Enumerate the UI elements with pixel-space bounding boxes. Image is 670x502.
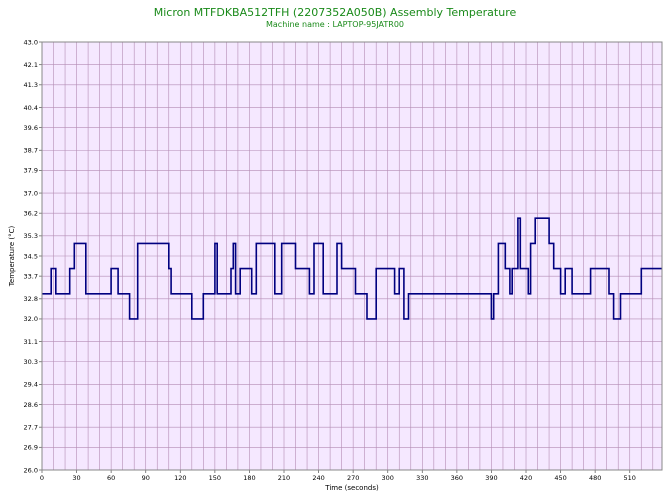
y-tick-label: 39.6 <box>24 124 38 132</box>
y-axis-ticks: 26.0 26.9 27.7 28.6 29.4 30.3 31.1 32.0 32.8 33.7… <box>24 38 42 474</box>
x-tick-label: 240 <box>312 474 324 482</box>
y-tick-label: 33.7 <box>24 272 38 280</box>
x-tick-label: 90 <box>142 474 150 482</box>
y-tick-label: 36.2 <box>24 210 38 218</box>
x-tick-label: 210 <box>278 474 290 482</box>
y-tick-label: 30.3 <box>24 358 38 366</box>
y-tick-label: 26.9 <box>24 444 38 452</box>
y-tick-label: 35.3 <box>24 232 38 240</box>
temperature-chart: 0 30 60 90 120 150 180 210 240 270 300 330 360 390 420… <box>8 38 663 492</box>
x-tick-label: 360 <box>451 474 463 482</box>
x-tick-label: 390 <box>485 474 497 482</box>
y-tick-label: 43.0 <box>24 38 38 46</box>
x-tick-label: 0 <box>40 474 44 482</box>
y-tick-label: 29.4 <box>24 381 38 389</box>
y-tick-label: 34.5 <box>24 252 38 260</box>
y-tick-label: 28.6 <box>24 401 38 409</box>
y-tick-label: 41.3 <box>24 81 38 89</box>
y-axis-label: Temperature (°C) <box>8 226 16 288</box>
x-tick-label: 270 <box>347 474 359 482</box>
x-tick-label: 120 <box>174 474 186 482</box>
y-tick-label: 27.7 <box>24 424 38 432</box>
y-tick-label: 42.1 <box>24 61 38 69</box>
y-tick-label: 32.0 <box>24 315 38 323</box>
y-tick-label: 26.0 <box>24 466 38 474</box>
x-axis-label: Time (seconds) <box>324 484 379 492</box>
x-tick-label: 510 <box>624 474 636 482</box>
y-tick-label: 40.4 <box>24 104 38 112</box>
y-tick-label: 37.9 <box>24 167 38 175</box>
x-tick-label: 150 <box>209 474 221 482</box>
x-tick-label: 60 <box>107 474 115 482</box>
x-tick-label: 300 <box>382 474 394 482</box>
y-tick-label: 32.8 <box>24 295 38 303</box>
x-tick-label: 480 <box>589 474 601 482</box>
y-tick-label: 31.1 <box>24 338 38 346</box>
x-tick-label: 180 <box>243 474 255 482</box>
y-tick-label: 37.0 <box>24 189 38 197</box>
x-axis-ticks: 0 30 60 90 120 150 180 210 240 270 300 330 360 390 420… <box>40 470 636 482</box>
x-tick-label: 30 <box>72 474 80 482</box>
x-tick-label: 330 <box>416 474 428 482</box>
x-tick-label: 420 <box>520 474 532 482</box>
x-tick-label: 450 <box>554 474 566 482</box>
y-tick-label: 38.7 <box>24 147 38 155</box>
